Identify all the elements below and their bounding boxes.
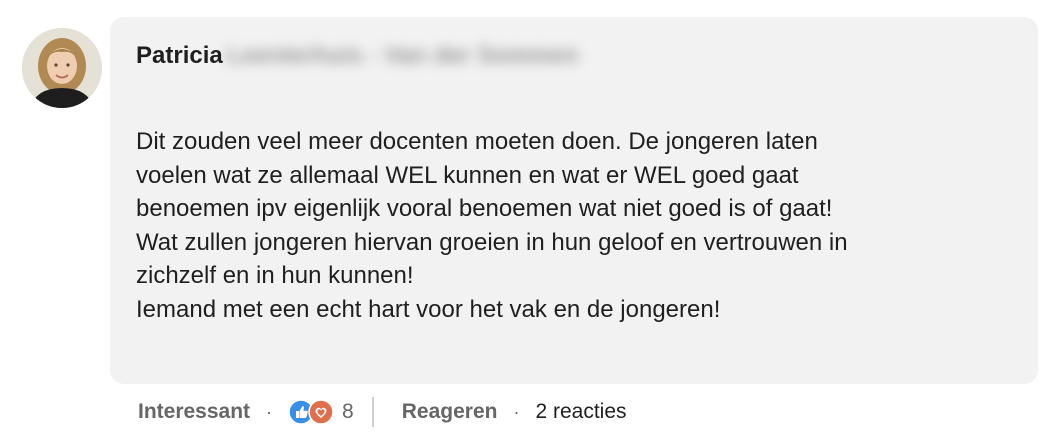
comment-container: Patricia Leenterhuis - Van der Sommen Di… bbox=[0, 0, 1054, 440]
comment-line: zichzelf en in hun kunnen! bbox=[136, 262, 414, 289]
avatar-photo bbox=[22, 28, 102, 108]
comment-line: Iemand met een echt hart voor het vak en… bbox=[136, 295, 721, 323]
react-button[interactable]: Interessant bbox=[138, 400, 250, 424]
comment-actions: Interessant · 8 Reageren · 2 reacties bbox=[138, 394, 627, 430]
reply-button[interactable]: Reageren bbox=[402, 400, 498, 424]
author-row: Patricia Leenterhuis - Van der Sommen bbox=[136, 39, 579, 73]
comment-line: Dit zouden veel meer docenten moeten doe… bbox=[136, 128, 818, 155]
separator-dot: · bbox=[513, 402, 520, 422]
comment-line: benoemen ipv eigenlijk vooral benoemen w… bbox=[136, 195, 833, 222]
comment-text: Dit zouden veel meer docenten moeten doe… bbox=[136, 125, 1016, 326]
comment-bubble: Patricia Leenterhuis - Van der Sommen Di… bbox=[110, 17, 1038, 384]
author-name[interactable]: Patricia bbox=[136, 42, 223, 70]
comment-line: voelen wat ze allemaal WEL kunnen en wat… bbox=[136, 161, 799, 189]
separator-dot: · bbox=[266, 402, 273, 422]
author-name-blurred: Leenterhuis - Van der Sommen bbox=[226, 42, 579, 69]
reaction-count: 8 bbox=[342, 400, 354, 423]
divider bbox=[371, 397, 374, 427]
love-icon bbox=[308, 399, 334, 425]
reply-count-link[interactable]: 2 reacties bbox=[535, 400, 626, 424]
reactions-summary[interactable]: 8 bbox=[288, 399, 354, 425]
comment-line: Wat zullen jongeren hiervan groeien in h… bbox=[136, 228, 848, 256]
avatar[interactable] bbox=[22, 28, 102, 108]
